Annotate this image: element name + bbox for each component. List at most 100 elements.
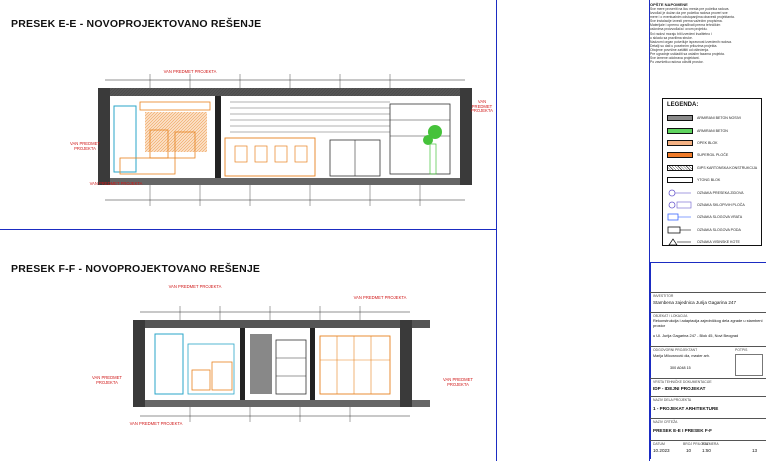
legend-label: YTONG BLOK (697, 178, 721, 183)
title-block-row (650, 396, 766, 397)
ceiling-slats (230, 101, 390, 133)
tile-band (139, 101, 211, 111)
title-block-row (650, 346, 766, 347)
designer-value: Marija Milovanović dia, master arh. (653, 354, 710, 358)
legend-label: OZNAKA SLOGOVA VRATA (697, 215, 743, 220)
partition-f-1 (240, 328, 245, 400)
ceiling-slab-f (140, 320, 430, 328)
general-notes: OPŠTE NAPOMENE Sve mere proveriti na lic… (650, 2, 766, 64)
shower-glass-f (154, 333, 184, 395)
floor-slab (105, 178, 465, 185)
floor-slab-f (140, 400, 430, 407)
notes-body: Sve mere proveriti na licu mesta pre poč… (650, 7, 758, 64)
signature-box (735, 354, 763, 376)
wall-right-f (400, 320, 412, 407)
legend-swatch (667, 152, 693, 159)
legend-swatch (667, 164, 693, 171)
drawing-label: NAZIV CRTEŽA (653, 420, 678, 424)
drawing-sheet: PRESEK E-E - NOVOPROJEKTOVANO REŠENJE PR… (0, 0, 768, 461)
door-panel-f (250, 334, 272, 394)
legend-label: ARMIRANI BETON (697, 128, 728, 133)
section-title-e-e: PRESEK E-E - NOVOPROJEKTOVANO REŠENJE (11, 18, 262, 30)
title-block-row (650, 312, 766, 313)
part-value: 1 - PROJEKAT ARHITEKTURE (653, 406, 719, 411)
legend-item: OPEK BLOK (667, 137, 757, 149)
legend-title: LEGENDA: (667, 102, 699, 108)
chair-3 (274, 145, 288, 163)
vanity-f (187, 343, 235, 395)
wall-left (98, 88, 110, 185)
legend-label: OZNAKA PRESEKA ZIDOVA (697, 190, 744, 195)
out-of-scope-label-9: VAN PREDMET PROJEKTA (353, 295, 407, 300)
shower-glass (113, 105, 137, 173)
legend-swatch (667, 127, 693, 134)
cabinet-f (211, 361, 233, 391)
kitchen-unit-f (275, 339, 307, 395)
doc-type-label: VRSTA TEHNIČKE DOKUMENTACIJE (653, 380, 712, 384)
section-title-f-f: PRESEK F-F - NOVOPROJEKTOVANO REŠENJE (11, 263, 261, 275)
doc-type-value: IDP - IDEJNI PROJEKAT (653, 386, 706, 391)
legend-label: OZNAKA SKLOPIVIH PLOČA (697, 202, 745, 207)
title-block-row (650, 378, 766, 379)
location-value: u Ul. Jurija Gagarina 247 - Blok 45, Nov… (653, 333, 739, 338)
title-block-row (650, 292, 766, 293)
title-block-row (650, 418, 766, 419)
date-label: DATUM (653, 442, 665, 446)
designer-label: ODGOVORNI PROJEKTANT (653, 348, 698, 352)
section-drawing-f-f (100, 300, 430, 425)
out-of-scope-label-7: VAN PREDMET PROJEKTA (443, 377, 473, 387)
partition-wall (215, 96, 221, 178)
out-of-scope-label-3: VAN PREDMET PROJEKTA (70, 141, 100, 151)
legend-item: ARMIRANI BETON (667, 124, 757, 136)
investor-label: INVESTITOR (653, 294, 674, 298)
date-value: 10.2023 (653, 448, 670, 453)
legend-label: OPEK BLOK (697, 140, 718, 145)
chair-4 (294, 145, 308, 163)
out-of-scope-label-6: VAN PREDMET PROJEKTA (92, 375, 122, 385)
number-value: 10 (686, 448, 692, 453)
part-label: NAZIV DELA PROJEKTA (653, 398, 692, 402)
legend-item: ARMIRANI BETON NOSIVI (667, 112, 757, 124)
out-of-scope-label-1: VAN PREDMET PROJEKTA (163, 69, 217, 74)
legend-label: SUPERGIL PLOČE (697, 153, 729, 158)
kitchen-counter (224, 137, 316, 177)
toilet-f (191, 369, 211, 391)
legend-label: OZNAKA VISINSKE KOTE (697, 240, 740, 245)
legend-item: SUPERGIL PLOČE (667, 149, 757, 161)
legend-label: GIPS KARTONSKA KONSTRUKCIJA (697, 165, 758, 170)
out-of-scope-label-4: VAN PREDMET PROJEKTA (89, 181, 143, 186)
partition-f-2 (310, 328, 315, 400)
sheet-divider-vertical-1 (496, 0, 497, 461)
legend-item: GIPS KARTONSKA KONSTRUKCIJA (667, 162, 757, 174)
out-of-scope-label-5: VAN PREDMET PROJEKTA (168, 284, 222, 289)
signature-label: POTPIS (735, 348, 748, 352)
legend-swatch (667, 177, 693, 184)
wardrobe-f (319, 335, 391, 395)
out-of-scope-label-2: VAN PREDMET PROJEKTA (471, 99, 493, 114)
number-label: BROJ PRILOGA (683, 442, 709, 446)
title-block-row (650, 440, 766, 441)
chair-2 (254, 145, 268, 163)
revision-value: 13 (752, 448, 758, 453)
object-value: Rekonstrukcija i adaptacija zajedničkog … (653, 318, 763, 328)
legend-swatch (667, 139, 693, 146)
drawing-value: PRESEK E-E I PRESEK F-F (653, 428, 712, 433)
section-e-e-svg (98, 74, 472, 206)
legend-label: OZNAKA SLOGOVA PODA (697, 227, 741, 232)
scale-value: 1:50 (702, 448, 711, 453)
plant-pot (429, 143, 437, 175)
chair-1 (234, 145, 248, 163)
section-f-f-svg (133, 306, 430, 422)
sheet-divider-horizontal (0, 229, 496, 230)
section-drawing-e-e (90, 60, 490, 210)
out-of-scope-label-8: VAN PREDMET PROJEKTA (129, 421, 183, 426)
note-line: Po završetku radova očistiti prostor. (650, 60, 704, 65)
window-frame (389, 103, 451, 175)
legend-swatch (667, 233, 693, 251)
legend-item: OZNAKA VISINSKE KOTE (667, 236, 757, 248)
investor-value: Stambena zajednica Jurija Gagarina 247 (653, 300, 736, 305)
license-value: 300 A048 15 (670, 366, 691, 370)
wall-left-f (133, 320, 145, 407)
legend-box: LEGENDA: ARMIRANI BETON NOSIVI ARMIRANI B… (662, 98, 762, 246)
legend-list: ARMIRANI BETON NOSIVI ARMIRANI BETON OPEK … (667, 112, 757, 248)
